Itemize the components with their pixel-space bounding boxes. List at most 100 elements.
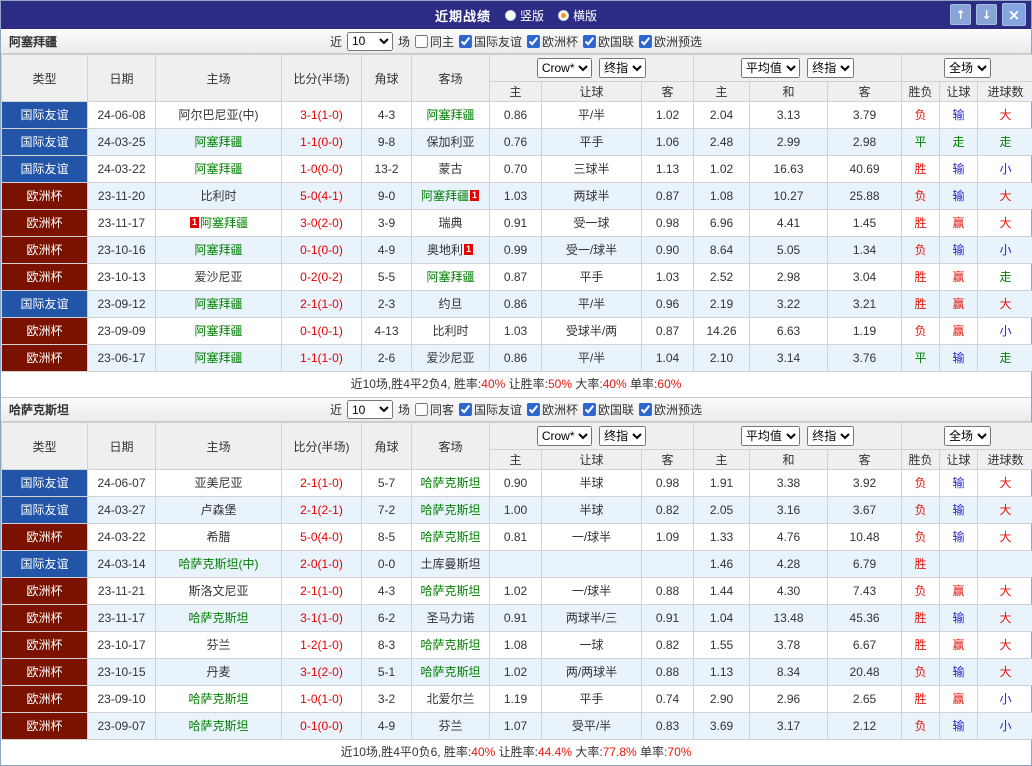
goals-result-cell: 大	[978, 291, 1032, 318]
date-cell: 24-03-14	[88, 551, 156, 578]
home-team-cell: 丹麦	[156, 659, 282, 686]
friendly-checkbox[interactable]	[459, 403, 472, 416]
competition-cell: 欧洲杯	[2, 713, 88, 740]
competition-cell: 欧洲杯	[2, 237, 88, 264]
goals-result-cell: 大	[978, 210, 1032, 237]
col-goals-result: 进球数	[978, 82, 1032, 102]
summary-text: 大率:	[572, 377, 603, 391]
avg-home-odds-cell: 1.04	[694, 605, 750, 632]
corner-cell: 5-7	[362, 470, 412, 497]
home-team-cell: 阿塞拜疆	[156, 129, 282, 156]
average-select[interactable]: 平均值	[741, 58, 800, 78]
handicap-line-cell: 一球	[542, 632, 642, 659]
filter-friendly[interactable]: 国际友谊	[459, 33, 522, 50]
same-venue-checkbox[interactable]	[415, 35, 428, 48]
filter-eurocup[interactable]: 欧洲杯	[527, 33, 578, 50]
col-score: 比分(半场)	[282, 55, 362, 102]
competition-cell: 欧洲杯	[2, 524, 88, 551]
team-label: 保加利亚	[426, 135, 474, 149]
competition-cell: 欧洲杯	[2, 632, 88, 659]
handicap-index-select[interactable]: 终指	[599, 426, 646, 446]
home-team-cell: 爱沙尼亚	[156, 264, 282, 291]
euro-qualifier-checkbox[interactable]	[639, 403, 652, 416]
average-select[interactable]: 平均值	[741, 426, 800, 446]
col-handicap-line: 让球	[542, 82, 642, 102]
competition-cell: 欧洲杯	[2, 183, 88, 210]
away-team-cell: 奥地利1	[412, 237, 490, 264]
goals-result-cell: 大	[978, 578, 1032, 605]
filter-bar: 近 10 场 同客 国际友谊 欧洲杯 欧国联	[330, 400, 702, 419]
same-venue-filter[interactable]: 同客	[415, 401, 454, 418]
same-venue-filter[interactable]: 同主	[415, 33, 454, 50]
down-arrow-icon[interactable]: ↓	[976, 4, 997, 25]
horizontal-layout-radio[interactable]: 横版	[558, 7, 597, 24]
competition-cell: 欧洲杯	[2, 686, 88, 713]
vertical-layout-radio[interactable]: 竖版	[505, 7, 544, 24]
scope-select[interactable]: 全场	[944, 58, 991, 78]
summary-text: 44.4%	[538, 745, 572, 759]
home-team-cell: 阿塞拜疆	[156, 291, 282, 318]
handicap-home-odds-cell: 1.02	[490, 578, 542, 605]
team-label: 土库曼斯坦	[420, 557, 480, 571]
red-card-badge: 1	[464, 244, 473, 255]
bookmaker-select[interactable]: Crow*	[537, 426, 592, 446]
filter-nations-league[interactable]: 欧国联	[583, 33, 634, 50]
summary-text: 40%	[471, 745, 495, 759]
up-arrow-icon[interactable]: ↑	[950, 4, 971, 25]
avg-home-odds-cell: 1.02	[694, 156, 750, 183]
score-cell: 0-1(0-0)	[282, 713, 362, 740]
result-cell: 胜	[902, 291, 940, 318]
nations-league-checkbox[interactable]	[583, 35, 596, 48]
team-label: 哈萨克斯坦	[420, 503, 480, 517]
friendly-checkbox[interactable]	[459, 35, 472, 48]
same-venue-checkbox[interactable]	[415, 403, 428, 416]
close-icon[interactable]: ×	[1002, 3, 1026, 26]
team-label: 阿塞拜疆	[194, 135, 242, 149]
col-date: 日期	[88, 55, 156, 102]
goals-result-cell: 大	[978, 524, 1032, 551]
avg-away-odds-cell: 3.76	[828, 345, 902, 372]
match-row: 欧洲杯23-11-171阿塞拜疆3-0(2-0)3-9瑞典0.91受一球0.98…	[2, 210, 1032, 237]
euro-qualifier-checkbox[interactable]	[639, 35, 652, 48]
bookmaker-select[interactable]: Crow*	[537, 58, 592, 78]
filter-eurocup[interactable]: 欧洲杯	[527, 401, 578, 418]
corner-cell: 4-13	[362, 318, 412, 345]
away-team-cell: 土库曼斯坦	[412, 551, 490, 578]
odds-index-select[interactable]: 终指	[807, 426, 854, 446]
goals-result-cell: 大	[978, 659, 1032, 686]
result-cell: 负	[902, 524, 940, 551]
match-row: 欧洲杯23-10-17芬兰1-2(1-0)8-3哈萨克斯坦1.08一球0.821…	[2, 632, 1032, 659]
match-count-select[interactable]: 10	[347, 32, 393, 51]
odds-index-select[interactable]: 终指	[807, 58, 854, 78]
summary-text: 近10场,胜4平2负4, 胜率:	[351, 377, 482, 391]
scope-group-header: 全场	[902, 423, 1032, 450]
score-cell: 3-1(1-0)	[282, 102, 362, 129]
nations-league-checkbox[interactable]	[583, 403, 596, 416]
match-row: 欧洲杯23-11-17哈萨克斯坦3-1(1-0)6-2圣马力诺0.91两球半/三…	[2, 605, 1032, 632]
match-row: 欧洲杯23-06-17阿塞拜疆1-1(1-0)2-6爱沙尼亚0.86平/半1.0…	[2, 345, 1032, 372]
handicap-away-odds-cell: 0.88	[642, 578, 694, 605]
team-label: 阿塞拜疆	[426, 108, 474, 122]
handicap-index-select[interactable]: 终指	[599, 58, 646, 78]
goals-result-cell: 走	[978, 264, 1032, 291]
filter-friendly[interactable]: 国际友谊	[459, 401, 522, 418]
away-team-cell: 哈萨克斯坦	[412, 470, 490, 497]
eurocup-checkbox[interactable]	[527, 403, 540, 416]
avg-away-odds-cell: 2.12	[828, 713, 902, 740]
result-cell: 负	[902, 659, 940, 686]
col-corner: 角球	[362, 423, 412, 470]
handicap-away-odds-cell: 1.03	[642, 264, 694, 291]
handicap-away-odds-cell: 0.91	[642, 605, 694, 632]
avg-draw-odds-cell: 8.34	[750, 659, 828, 686]
col-handicap-away: 客	[642, 82, 694, 102]
match-count-select[interactable]: 10	[347, 400, 393, 419]
goals-result-cell: 小	[978, 156, 1032, 183]
filter-euro-qualifier[interactable]: 欧洲预选	[639, 33, 702, 50]
eurocup-checkbox[interactable]	[527, 35, 540, 48]
handicap-away-odds-cell: 0.88	[642, 659, 694, 686]
scope-select[interactable]: 全场	[944, 426, 991, 446]
match-row: 国际友谊23-09-12阿塞拜疆2-1(1-0)2-3约旦0.86平/半0.96…	[2, 291, 1032, 318]
filter-nations-league[interactable]: 欧国联	[583, 401, 634, 418]
filter-euro-qualifier[interactable]: 欧洲预选	[639, 401, 702, 418]
corner-cell: 4-9	[362, 237, 412, 264]
